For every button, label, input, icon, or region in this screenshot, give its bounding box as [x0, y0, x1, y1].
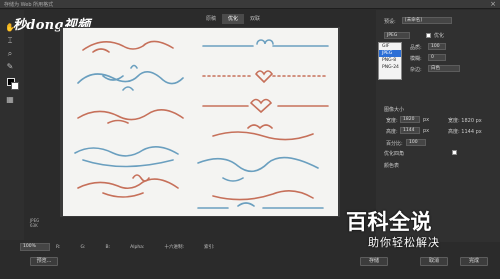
width-label: 宽度:	[386, 118, 398, 124]
quality-mode-checkbox[interactable]	[452, 150, 457, 155]
preset-select[interactable]: [未命名]	[402, 17, 452, 24]
ornament-image	[74, 39, 329, 209]
slice-tool-icon[interactable]: ⌶	[4, 35, 16, 46]
quality-input[interactable]: 100	[428, 43, 446, 50]
quality-label: 品质:	[410, 45, 422, 51]
height-unit: px	[423, 128, 430, 134]
format-select[interactable]: JPEG	[384, 32, 410, 39]
preview-button[interactable]: 预览...	[30, 257, 58, 266]
blur-input[interactable]: 0	[428, 54, 446, 61]
hex-label: 十六进制:	[164, 245, 184, 250]
percent-input[interactable]: 100	[406, 139, 426, 146]
matte-select[interactable]: 白色	[428, 65, 460, 72]
image-size-heading: 图像大小	[384, 107, 405, 113]
zoom-tool-icon[interactable]: ⌕	[4, 48, 16, 59]
color-table-heading: 颜色表	[384, 163, 400, 169]
optimized-label: 优化	[434, 33, 445, 39]
matte-label: 杂边:	[410, 67, 422, 73]
g-label: G:	[80, 244, 86, 250]
optimized-checkbox[interactable]	[426, 33, 431, 38]
window-title: 存储为 Web 所用格式	[4, 2, 54, 8]
zoom-select[interactable]: 100%	[20, 243, 50, 251]
format-option-png24[interactable]: PNG-24	[379, 64, 401, 71]
width-unit: px	[423, 117, 430, 123]
b-label: B:	[105, 244, 111, 250]
tab-2up[interactable]: 双联	[244, 14, 266, 24]
preset-label: 预设:	[384, 19, 396, 25]
tab-original[interactable]: 原稿	[200, 14, 222, 24]
file-info: JPEG 63K	[30, 218, 39, 228]
background-color-swatch[interactable]	[11, 82, 19, 90]
view-tabs: 原稿 优化 双联	[200, 14, 266, 24]
alpha-label: Alpha:	[130, 244, 145, 250]
height-input[interactable]: 1144	[400, 127, 420, 134]
watermark-title: 百科全说	[346, 210, 432, 234]
quality-mode[interactable]: 优化四角	[384, 150, 404, 157]
file-size: 63K	[30, 223, 38, 228]
watermark-subtitle: 助你轻松解决	[368, 236, 440, 249]
height-label: 高度:	[386, 129, 398, 135]
percent-label: 百分比:	[386, 141, 403, 147]
format-option-gif[interactable]: GIF	[379, 43, 401, 50]
eyedropper-tool-icon[interactable]: ✎	[4, 61, 16, 72]
width-input[interactable]: 1820	[400, 116, 420, 123]
height-readout: 高度: 1144 px	[448, 129, 482, 135]
window-titlebar: 存储为 Web 所用格式 ×	[0, 0, 500, 9]
r-label: R:	[56, 244, 61, 250]
tab-optimized[interactable]: 优化	[222, 14, 245, 24]
format-option-png8[interactable]: PNG-8	[379, 57, 401, 64]
toggle-slices-icon[interactable]: ▦	[4, 94, 16, 105]
format-dropdown[interactable]: GIF JPEG PNG-8 PNG-24	[378, 42, 402, 80]
blur-label: 模糊:	[410, 56, 422, 62]
close-icon[interactable]: ×	[490, 0, 496, 9]
format-option-jpeg[interactable]: JPEG	[379, 50, 401, 57]
width-readout: 宽度: 1820 px	[448, 118, 482, 124]
preview-canvas[interactable]	[63, 28, 338, 216]
index-label: 索引:	[203, 245, 215, 250]
tool-column: ✋ ⌶ ⌕ ✎ ▦	[0, 10, 24, 240]
statusbar: 100% R: G: B: Alpha: 十六进制: 索引:	[20, 242, 340, 252]
watermark: 百科全说 助你轻松解决	[346, 206, 466, 260]
